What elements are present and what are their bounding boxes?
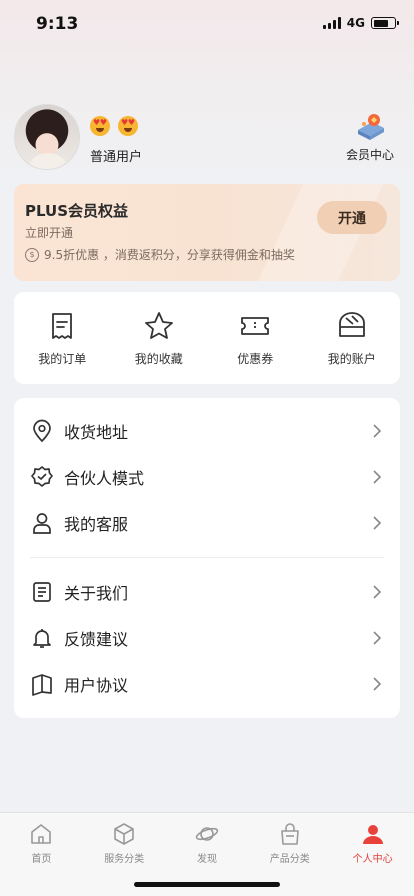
quick-link-label: 我的账户 xyxy=(327,352,376,366)
menu-item-label: 我的客服 xyxy=(64,515,129,534)
badge-check-icon xyxy=(31,466,53,487)
bag-icon xyxy=(280,823,299,845)
menu-item-address[interactable]: 收货地址 xyxy=(14,408,400,454)
coin-icon: $ xyxy=(25,247,39,262)
emoji-row xyxy=(90,116,138,136)
person-icon xyxy=(33,513,51,534)
document-icon xyxy=(33,582,51,602)
wallet-icon xyxy=(338,312,365,337)
location-pin-icon xyxy=(33,419,51,443)
plus-membership-card[interactable]: PLUS会员权益 立即开通 $ 9.5折优惠 ，消费返积分，分享获得佣金和抽奖 … xyxy=(14,184,400,281)
chevron-right-icon xyxy=(373,424,382,438)
status-time: 9:13 xyxy=(36,14,79,34)
member-center-label: 会员中心 xyxy=(345,148,394,162)
status-indicators: 4G xyxy=(322,16,399,30)
menu-item-customer-service[interactable]: 我的客服 xyxy=(14,500,400,546)
menu-item-label: 关于我们 xyxy=(64,584,129,603)
quick-link-label: 我的收藏 xyxy=(134,352,183,366)
menu-item-feedback[interactable]: 反馈建议 xyxy=(14,615,400,661)
quick-links-card: 我的订单 我的收藏 优惠券 我的账户 xyxy=(14,292,400,384)
open-plus-button[interactable]: 开通 xyxy=(317,201,387,234)
settings-menu-card: 收货地址 合伙人模式 我的客服 关于我们 反馈建议 用户协议 xyxy=(14,398,400,718)
chevron-right-icon xyxy=(373,677,382,691)
ticket-icon xyxy=(241,317,270,335)
planet-icon xyxy=(195,827,219,841)
heart-eyes-emoji-icon xyxy=(118,116,138,136)
tab-home[interactable]: 首页 xyxy=(0,813,83,896)
chevron-right-icon xyxy=(373,470,382,484)
avatar[interactable] xyxy=(14,104,80,170)
chevron-right-icon xyxy=(373,585,382,599)
book-icon xyxy=(32,674,52,696)
tab-label: 产品分类 xyxy=(269,854,310,865)
menu-item-label: 合伙人模式 xyxy=(64,469,145,488)
plus-title: PLUS会员权益 xyxy=(25,202,129,220)
cube-icon xyxy=(114,823,134,845)
member-center-button[interactable]: 会员中心 xyxy=(340,110,400,163)
tab-label: 服务分类 xyxy=(104,854,145,865)
menu-item-partner-mode[interactable]: 合伙人模式 xyxy=(14,454,400,500)
home-icon xyxy=(31,824,52,844)
heart-eyes-emoji-icon xyxy=(90,116,110,136)
star-icon xyxy=(144,312,173,339)
home-indicator xyxy=(134,882,280,887)
profile-header: 普通用户 会员中心 xyxy=(14,104,400,174)
menu-item-user-agreement[interactable]: 用户协议 xyxy=(14,661,400,707)
user-icon xyxy=(362,825,383,844)
menu-item-about-us[interactable]: 关于我们 xyxy=(14,569,400,615)
quick-link-label: 优惠券 xyxy=(237,352,274,366)
chevron-right-icon xyxy=(373,516,382,530)
my-account-button[interactable]: 我的账户 xyxy=(304,292,401,384)
coupons-button[interactable]: 优惠券 xyxy=(207,292,304,384)
menu-item-label: 收货地址 xyxy=(64,423,129,442)
network-type: 4G xyxy=(346,16,365,30)
status-bar: 9:13 4G xyxy=(0,0,414,48)
member-gift-icon xyxy=(358,114,384,140)
my-orders-button[interactable]: 我的订单 xyxy=(14,292,111,384)
menu-item-label: 用户协议 xyxy=(64,676,129,695)
battery-icon xyxy=(371,17,399,29)
quick-link-label: 我的订单 xyxy=(38,352,87,366)
plus-subtitle[interactable]: 立即开通 xyxy=(25,224,73,241)
signal-icon xyxy=(322,17,341,29)
plus-description-row: $ 9.5折优惠 ，消费返积分，分享获得佣金和抽奖 xyxy=(25,246,295,263)
menu-item-label: 反馈建议 xyxy=(64,630,129,649)
chevron-right-icon xyxy=(373,631,382,645)
tab-personal-center[interactable]: 个人中心 xyxy=(331,813,414,896)
receipt-icon xyxy=(52,313,73,339)
tab-label: 首页 xyxy=(31,854,52,865)
tab-label: 发现 xyxy=(196,854,217,865)
bell-icon xyxy=(33,629,51,648)
tab-label: 个人中心 xyxy=(352,854,393,865)
my-favorites-button[interactable]: 我的收藏 xyxy=(111,292,208,384)
plus-description: 9.5折优惠 ，消费返积分，分享获得佣金和抽奖 xyxy=(44,248,295,262)
user-level: 普通用户 xyxy=(90,150,143,165)
menu-divider xyxy=(30,557,384,558)
